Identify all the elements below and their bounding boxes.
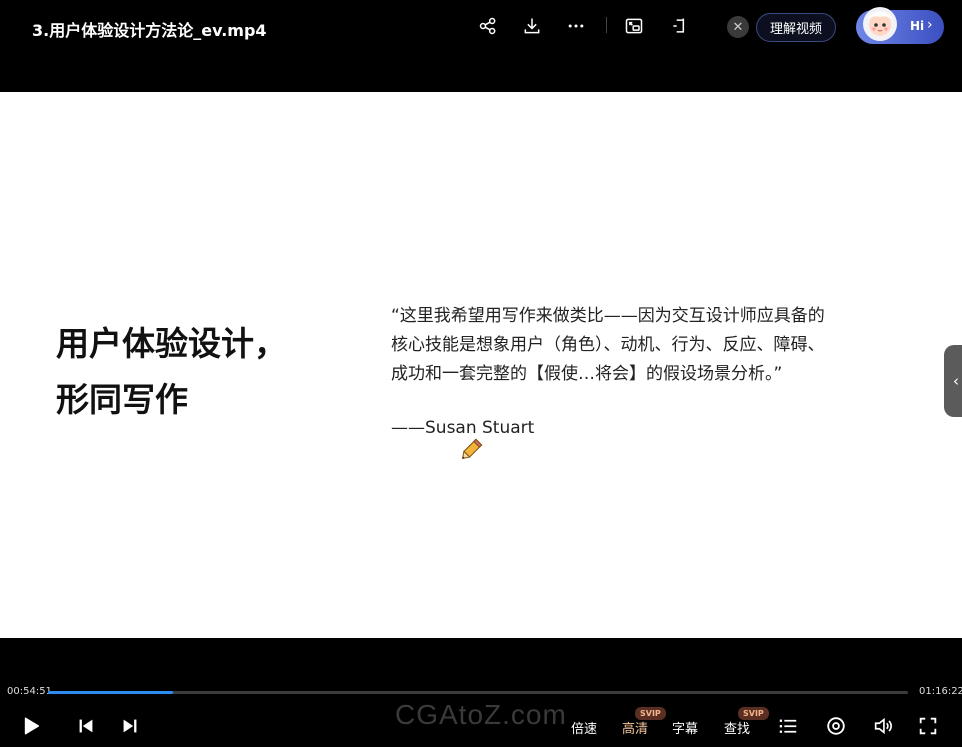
volume-icon	[874, 717, 892, 735]
video-title: 3.用户体验设计方法论_ev.mp4	[32, 21, 267, 40]
quote-author: ——Susan Stuart	[391, 418, 535, 438]
quote-line: 核心技能是想象用户（角色）、动机、行为、反应、障碍、	[391, 335, 825, 355]
play-button[interactable]	[20, 714, 42, 738]
quote-line: “这里我希望用写作来做类比——因为交互设计师应具备的	[391, 306, 825, 326]
chevron-right-icon: ›	[927, 17, 933, 33]
top-bar: 3.用户体验设计方法论_ev.mp4 ✕ 理解视频 Hi ›	[0, 0, 962, 92]
view-button[interactable]	[825, 714, 847, 738]
fullscreen-icon	[919, 717, 937, 735]
playlist-button[interactable]	[777, 714, 799, 738]
subtitle-button[interactable]: 字幕	[672, 718, 698, 737]
slide-heading: 用户体验设计， 形同写作	[56, 316, 356, 428]
player-controls: 00:54:51 01:16:22 CGAtoZ.com 倍速 SVIP 高清 …	[0, 638, 962, 747]
current-time: 00:54:51	[7, 686, 52, 697]
more-icon[interactable]	[564, 14, 588, 38]
skip-previous-icon	[79, 719, 93, 733]
total-time: 01:16:22	[919, 686, 962, 697]
fullscreen-button[interactable]	[917, 714, 939, 738]
slide-heading-line: 形同写作	[56, 380, 188, 419]
hi-label: Hi	[910, 19, 925, 33]
pencil-cursor-icon	[461, 438, 483, 460]
progress-fill	[48, 691, 173, 694]
next-button[interactable]	[119, 714, 141, 738]
download-icon[interactable]	[520, 14, 544, 38]
mini-window-icon[interactable]	[668, 14, 692, 38]
skip-next-icon	[123, 719, 137, 733]
share-icon[interactable]	[476, 14, 500, 38]
chevron-left-icon: ‹	[953, 372, 959, 390]
understand-video-button[interactable]: 理解视频	[756, 13, 836, 42]
slide-heading-line: 用户体验设计，	[56, 324, 287, 363]
watermark: CGAtoZ.com	[395, 699, 567, 730]
list-icon	[779, 719, 797, 733]
volume-button[interactable]	[872, 714, 894, 738]
side-panel-toggle[interactable]: ‹	[944, 345, 962, 417]
search-button[interactable]: 查找	[724, 718, 750, 737]
picture-in-picture-icon[interactable]	[622, 14, 646, 38]
target-icon	[827, 717, 845, 735]
slide-quote: “这里我希望用写作来做类比——因为交互设计师应具备的 核心技能是想象用户（角色）…	[391, 302, 881, 389]
toolbar-divider	[606, 17, 607, 33]
previous-button[interactable]	[75, 714, 97, 738]
progress-bar[interactable]	[48, 691, 908, 694]
assistant-hi-button[interactable]: Hi ›	[856, 7, 944, 44]
play-icon	[24, 717, 40, 735]
quote-line: 成功和一套完整的【假使…将会】的假设场景分析。”	[391, 364, 783, 384]
close-assistant-button[interactable]: ✕	[727, 16, 749, 38]
video-frame[interactable]: 用户体验设计， 形同写作 “这里我希望用写作来做类比——因为交互设计师应具备的 …	[0, 92, 962, 638]
quality-button[interactable]: 高清	[622, 718, 648, 737]
speed-button[interactable]: 倍速	[571, 718, 597, 737]
assistant-avatar	[863, 7, 897, 41]
